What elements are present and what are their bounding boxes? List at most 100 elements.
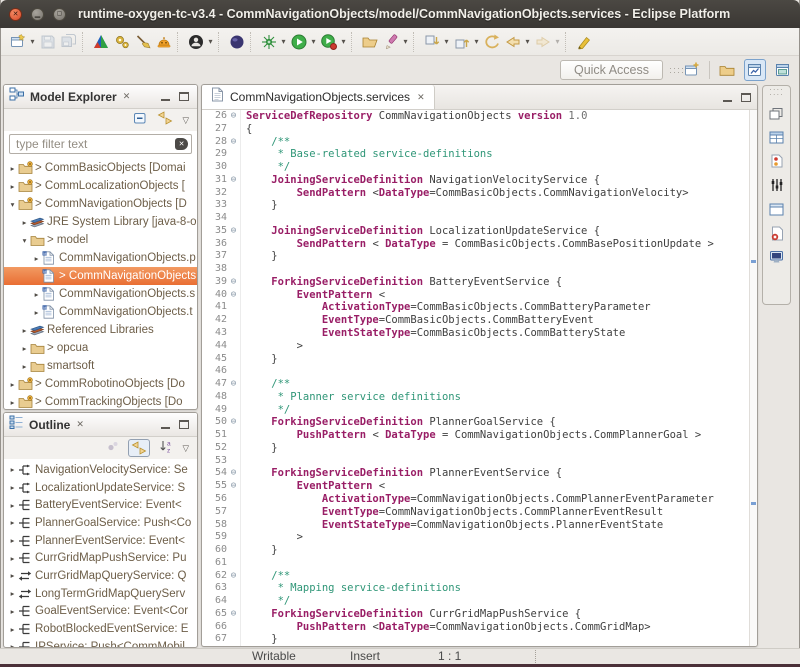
last-edit-location-icon[interactable] — [481, 31, 502, 53]
robot-bell-icon[interactable] — [153, 31, 174, 53]
minimize-window-icon[interactable]: ▁ — [31, 8, 44, 21]
outline-item[interactable]: ▸GoalEventService: Event<Cor — [4, 603, 197, 621]
editor-maximize-icon[interactable] — [741, 93, 751, 102]
expand-arrow-icon[interactable]: ▸ — [7, 483, 18, 492]
tree-item[interactable]: ▾> CommNavigationObjects [D — [4, 195, 197, 213]
smartmdsd-perspective-icon[interactable] — [772, 59, 794, 81]
code-line[interactable]: 31⊖ JoiningServiceDefinition NavigationV… — [202, 174, 757, 187]
code-line[interactable]: 28⊖ /** — [202, 136, 757, 149]
open-perspective-icon[interactable] — [681, 59, 703, 81]
outline-item[interactable]: ▸NavigationVelocityService: Se — [4, 461, 197, 479]
open-folder-icon[interactable] — [359, 31, 380, 53]
strip-drag-handle[interactable]: ········ — [769, 87, 784, 97]
fold-marker-icon[interactable]: ⊖ — [227, 467, 241, 480]
sort-icon[interactable]: az — [159, 439, 173, 458]
expand-arrow-icon[interactable]: ▸ — [7, 380, 18, 389]
tree-item[interactable]: ▸MCommNavigationObjects.p — [4, 249, 197, 267]
user-icon[interactable] — [185, 31, 206, 53]
fold-marker-icon[interactable]: ⊖ — [227, 570, 241, 583]
expand-arrow-icon[interactable]: ▸ — [7, 398, 18, 407]
quick-access-button[interactable]: Quick Access — [560, 60, 663, 80]
code-line[interactable]: 27{ — [202, 123, 757, 136]
view-menu-icon[interactable]: ▽ — [182, 115, 189, 126]
user-menu-icon[interactable]: ▾ — [206, 37, 215, 46]
expand-arrow-icon[interactable]: ▸ — [31, 308, 42, 317]
fold-marker-icon[interactable]: ⊖ — [227, 136, 241, 149]
code-line[interactable]: 60 } — [202, 544, 757, 557]
code-line[interactable]: 42 EventType=CommBasicObjects.CommBatter… — [202, 314, 757, 327]
model-explorer-maximize-icon[interactable] — [179, 92, 189, 101]
model-explorer-close-icon[interactable]: ✕ — [123, 91, 131, 102]
run-icon[interactable] — [288, 31, 309, 53]
tree-item[interactable]: M> CommNavigationObjects. — [4, 267, 197, 285]
link-with-editor-icon[interactable] — [157, 111, 173, 130]
code-line[interactable]: 51 PushPattern < DataType = CommNavigati… — [202, 429, 757, 442]
save-icon[interactable] — [37, 31, 58, 53]
fold-marker-icon[interactable]: ⊖ — [227, 289, 241, 302]
fold-marker-icon[interactable]: ⊖ — [227, 276, 241, 289]
outline-item[interactable]: ▸LongTermGridMapQueryServ — [4, 585, 197, 603]
fold-marker-icon[interactable]: ⊖ — [227, 110, 241, 123]
tree-item[interactable]: ▸MCommNavigationObjects.s — [4, 285, 197, 303]
code-line[interactable]: 40⊖ EventPattern < — [202, 289, 757, 302]
outline-item[interactable]: ▸CurrGridMapQueryService: Q — [4, 567, 197, 585]
outline-link-with-editor-icon[interactable] — [128, 439, 150, 457]
code-line[interactable]: 48 * Planner service definitions — [202, 391, 757, 404]
new-wizard-icon[interactable] — [7, 31, 28, 53]
component-view-icon[interactable] — [768, 153, 785, 169]
outline-item[interactable]: ▸LocalizationUpdateService: S — [4, 479, 197, 497]
tree-item[interactable]: ▸> CommLocalizationObjects [ — [4, 177, 197, 195]
expand-arrow-icon[interactable]: ▸ — [19, 326, 30, 335]
code-line[interactable]: 54⊖ ForkingServiceDefinition PlannerEven… — [202, 467, 757, 480]
code-line[interactable]: 58 EventStateType=CommNavigationObjects.… — [202, 519, 757, 532]
code-line[interactable]: 43 EventStateType=CommBasicObjects.CommB… — [202, 327, 757, 340]
back-icon[interactable] — [502, 31, 523, 53]
tree-item[interactable]: ▸smartsoft — [4, 357, 197, 375]
code-line[interactable]: 39⊖ ForkingServiceDefinition BatteryEven… — [202, 276, 757, 289]
code-line[interactable]: 67 } — [202, 633, 757, 646]
maximize-window-icon[interactable]: ▢ — [53, 8, 66, 21]
tree-item[interactable]: ▸> opcua — [4, 339, 197, 357]
expand-arrow-icon[interactable]: ▸ — [19, 344, 30, 353]
expand-arrow-icon[interactable]: ▸ — [7, 465, 18, 474]
problems-view-icon[interactable] — [768, 225, 785, 241]
editor-tab-close-icon[interactable]: ✕ — [417, 92, 425, 103]
expand-arrow-icon[interactable]: ▸ — [7, 536, 18, 545]
outline-item[interactable]: ▸CurrGridMapPushService: Pu — [4, 549, 197, 567]
close-window-icon[interactable]: ✕ — [9, 8, 22, 21]
outline-item[interactable]: ▸PlannerEventService: Event< — [4, 532, 197, 550]
code-line[interactable]: 55⊖ EventPattern < — [202, 480, 757, 493]
outline-view-menu-icon[interactable]: ▽ — [182, 443, 189, 454]
outline-maximize-icon[interactable] — [179, 420, 189, 429]
outline-item[interactable]: ▸IPService: Push<CommMobil — [4, 638, 197, 647]
expand-arrow-icon[interactable]: ▸ — [7, 518, 18, 527]
code-line[interactable]: 41 ActivationType=CommBasicObjects.CommB… — [202, 301, 757, 314]
tree-item[interactable]: ▸> CommBasicObjects [Domai — [4, 159, 197, 177]
code-line[interactable]: 65⊖ ForkingServiceDefinition CurrGridMap… — [202, 608, 757, 621]
type-filter-input[interactable] — [9, 134, 192, 154]
expand-arrow-icon[interactable]: ▸ — [7, 554, 18, 563]
code-line[interactable]: 35⊖ JoiningServiceDefinition Localizatio… — [202, 225, 757, 238]
fold-marker-icon[interactable]: ⊖ — [227, 225, 241, 238]
properties-view-icon[interactable] — [768, 129, 785, 145]
window-view-icon[interactable] — [768, 201, 785, 217]
code-line[interactable]: 64 */ — [202, 595, 757, 608]
collapse-all-icon[interactable] — [133, 111, 148, 130]
restore-views-icon[interactable] — [768, 105, 785, 121]
fold-marker-icon[interactable]: ⊖ — [227, 480, 241, 493]
code-line[interactable]: 32 SendPattern <DataType=CommBasicObject… — [202, 187, 757, 200]
model-explorer-minimize-icon[interactable] — [161, 92, 170, 101]
globe-icon[interactable] — [226, 31, 247, 53]
save-all-icon[interactable] — [58, 31, 79, 53]
forward-icon[interactable] — [532, 31, 553, 53]
fold-marker-icon[interactable]: ⊖ — [227, 416, 241, 429]
code-line[interactable]: 33 } — [202, 199, 757, 212]
code-line[interactable]: 47⊖ /** — [202, 378, 757, 391]
tree-item[interactable]: ▸JRE System Library [java-8-o — [4, 213, 197, 231]
fold-marker-icon[interactable]: ⊖ — [227, 174, 241, 187]
outline-minimize-icon[interactable] — [161, 420, 170, 429]
tree-item[interactable]: ▸MCommNavigationObjects.t — [4, 303, 197, 321]
tree-item[interactable]: ▾> model — [4, 231, 197, 249]
clear-filter-icon[interactable]: ✕ — [175, 138, 188, 150]
expand-arrow-icon[interactable]: ▸ — [19, 362, 30, 371]
